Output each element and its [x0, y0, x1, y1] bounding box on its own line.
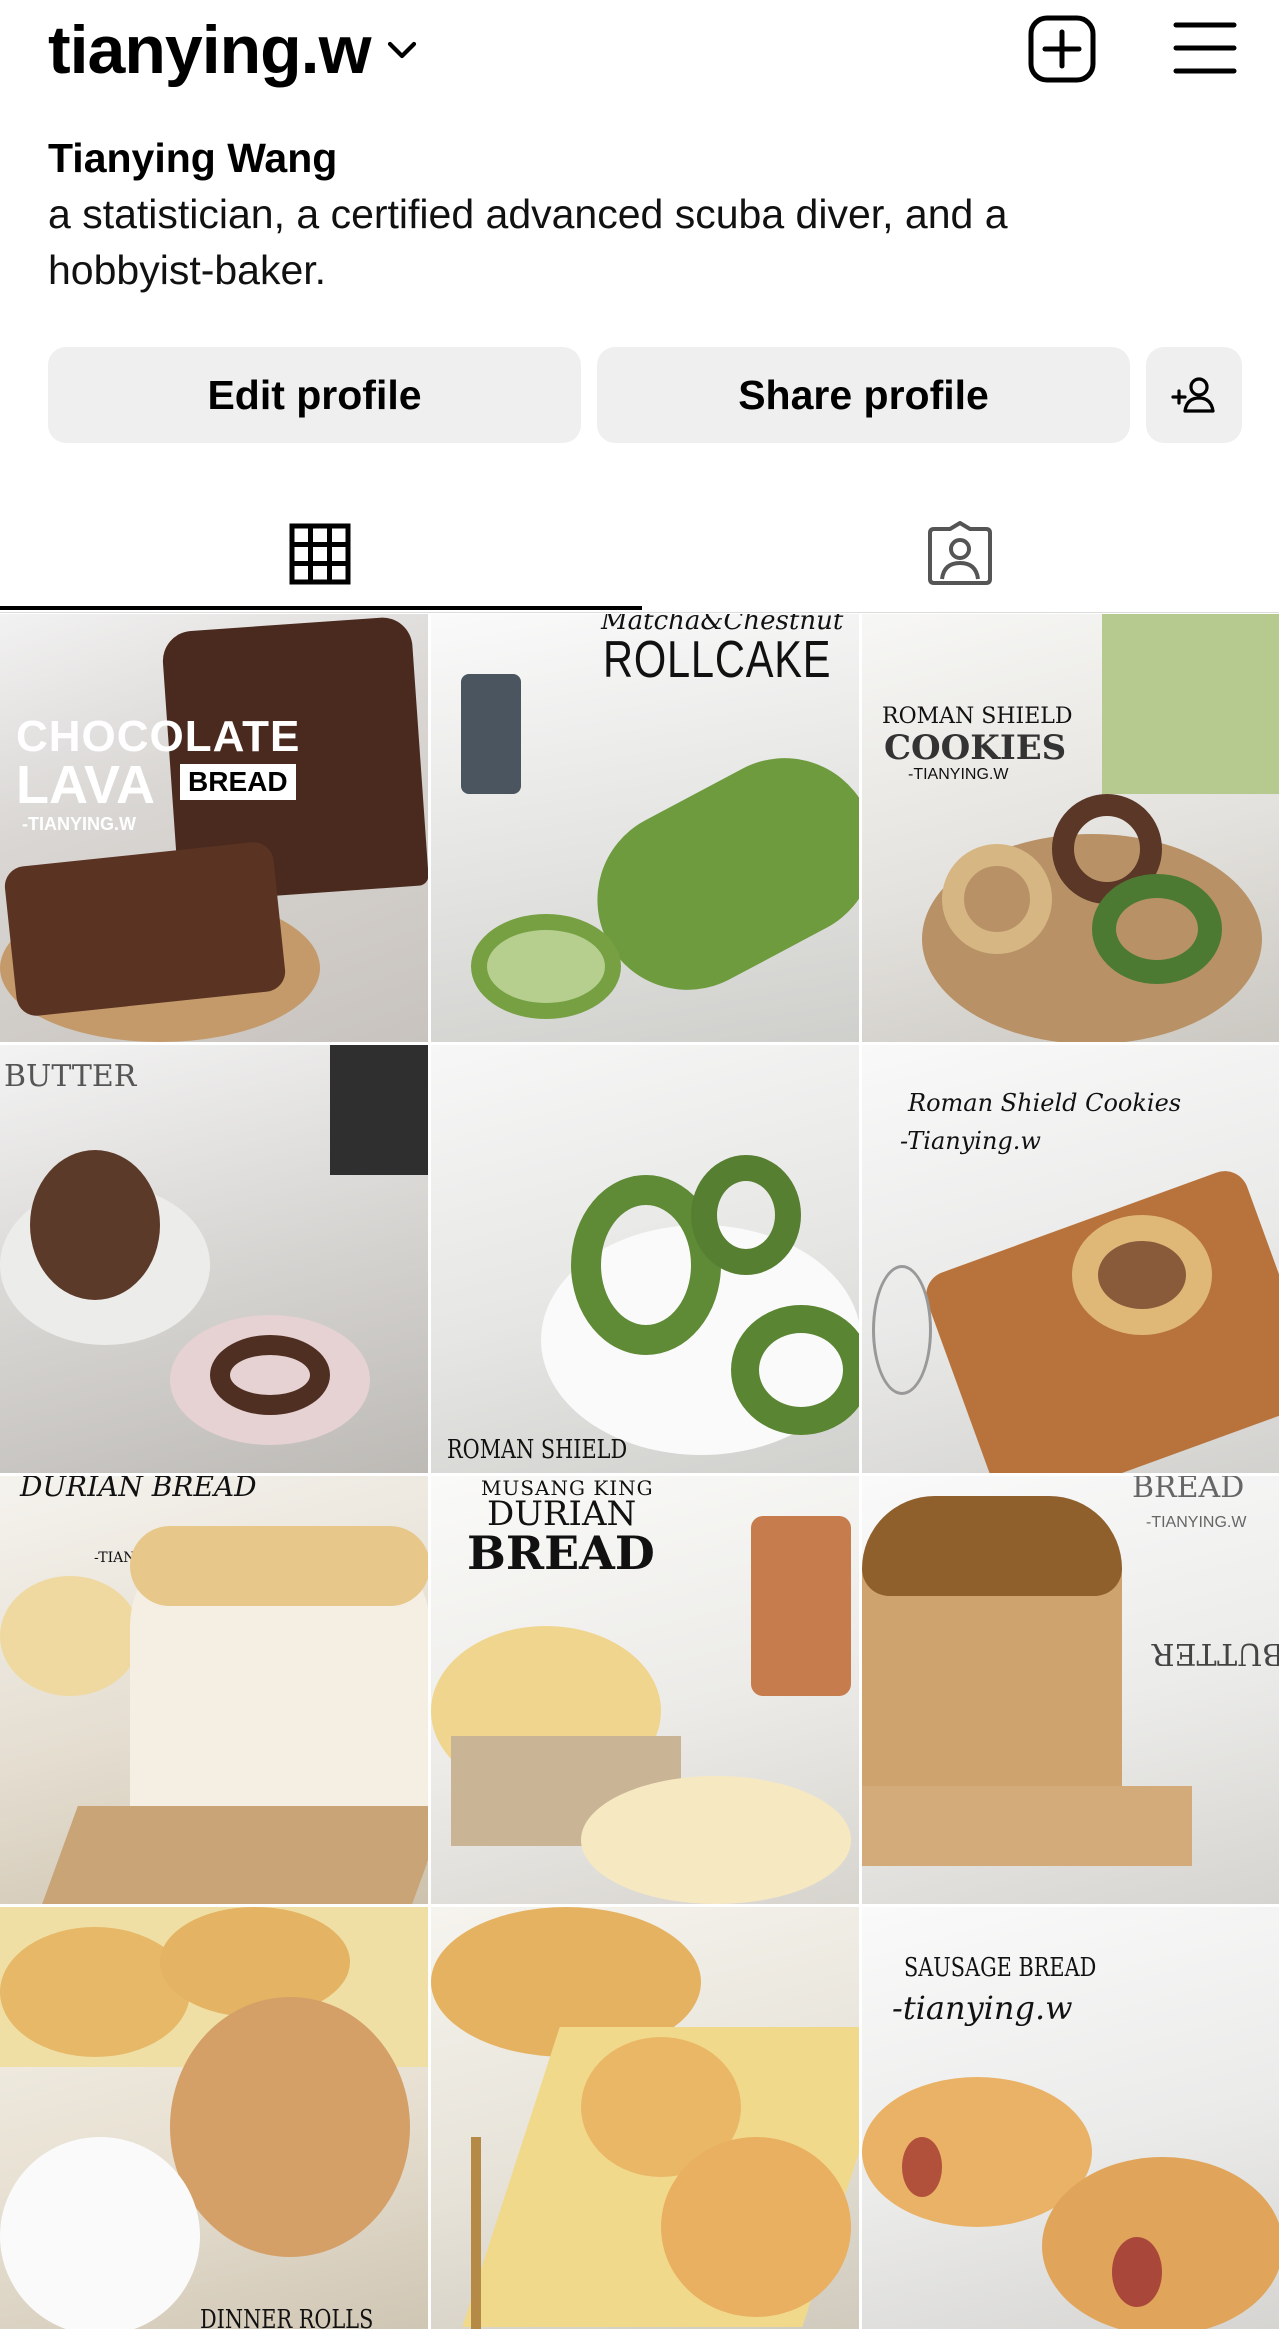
post-custard-rolls[interactable] [431, 1907, 859, 2329]
post-title-2: ROLLCAKE [603, 631, 832, 689]
post-title-2: COOKIES [884, 728, 1067, 768]
post-title-1: SAUSAGE BREAD [904, 1953, 1097, 1983]
post-title-3: BREAD [467, 1526, 655, 1580]
tab-posts-grid[interactable] [0, 496, 640, 612]
post-roman-shield-cookies[interactable]: ROMAN SHIELD COOKIES -TIANYING.W [862, 614, 1279, 1042]
share-profile-button[interactable]: Share profile [597, 347, 1130, 443]
post-musang-king-durian-bread[interactable]: MUSANG KING DURIAN BREAD [431, 1476, 859, 1904]
grid-icon [289, 523, 351, 585]
plus-square-icon[interactable] [1027, 14, 1097, 84]
post-signature: -Tianying.w [900, 1127, 1041, 1155]
post-title-1: ROMAN SHIELD [882, 704, 1073, 729]
discover-people-button[interactable] [1146, 347, 1242, 443]
post-signature: -tianying.w [892, 1989, 1073, 2027]
post-label-butter: BUTTER [1152, 1636, 1279, 1671]
edit-profile-button[interactable]: Edit profile [48, 347, 581, 443]
active-tab-indicator [0, 606, 642, 610]
profile-bio: Tianying Wang a statistician, a certifie… [48, 130, 1238, 298]
hamburger-menu-icon[interactable] [1173, 20, 1237, 76]
post-matcha-cookies[interactable]: ROMAN SHIELD [431, 1045, 859, 1473]
post-matcha-rollcake[interactable]: Matcha&Chestnut ROLLCAKE [431, 614, 859, 1042]
post-title-1: ROMAN SHIELD [447, 1435, 628, 1465]
tagged-person-icon [928, 521, 992, 585]
post-title-1: Roman Shield Cookies [908, 1089, 1182, 1117]
bio-line-2: hobbyist-baker. [48, 247, 327, 293]
profile-name: Tianying Wang [48, 135, 338, 181]
post-title-2: LAVA [16, 755, 155, 815]
post-durian-bread-loaf[interactable]: DURIAN BREAD -TIANYING.W [0, 1476, 428, 1904]
post-seeded-loaf[interactable]: BREAD -TIANYING.W BUTTER [862, 1476, 1279, 1904]
profile-tabs [0, 496, 1279, 612]
username: tianying.w [48, 12, 371, 88]
post-dinner-rolls[interactable]: DINNER ROLLS [0, 1907, 428, 2329]
post-title-1: DURIAN BREAD [20, 1476, 257, 1503]
posts-grid: CHOCOLATE LAVA BREAD -TIANYING.W Matcha&… [0, 614, 1279, 2329]
tab-divider [0, 612, 1279, 613]
post-sausage-bread[interactable]: SAUSAGE BREAD -tianying.w [862, 1907, 1279, 2329]
post-title-3: BREAD [180, 764, 296, 800]
tab-tagged[interactable] [640, 496, 1279, 612]
post-title-1: BUTTER [4, 1059, 137, 1094]
bio-line-1: a statistician, a certified advanced scu… [48, 191, 1008, 237]
post-title-1: DINNER ROLLS [200, 2305, 374, 2329]
post-roman-shield-cookie-tray[interactable]: Roman Shield Cookies -Tianying.w [862, 1045, 1279, 1473]
post-chocolate-lava-bread[interactable]: CHOCOLATE LAVA BREAD -TIANYING.W [0, 614, 428, 1042]
account-switcher[interactable]: tianying.w [48, 8, 420, 92]
post-title-1: BREAD [1132, 1476, 1245, 1505]
chevron-down-icon [388, 41, 417, 59]
post-signature: -TIANYING.W [22, 814, 136, 834]
add-person-icon [1171, 377, 1215, 413]
profile-actions: Edit profile Share profile [48, 347, 1242, 443]
post-signature: -TIANYING.W [908, 766, 1009, 783]
post-signature: -TIANYING.W [1146, 1514, 1247, 1531]
post-chocolate-cookies[interactable]: BUTTER [0, 1045, 428, 1473]
top-bar: tianying.w [0, 0, 1279, 110]
